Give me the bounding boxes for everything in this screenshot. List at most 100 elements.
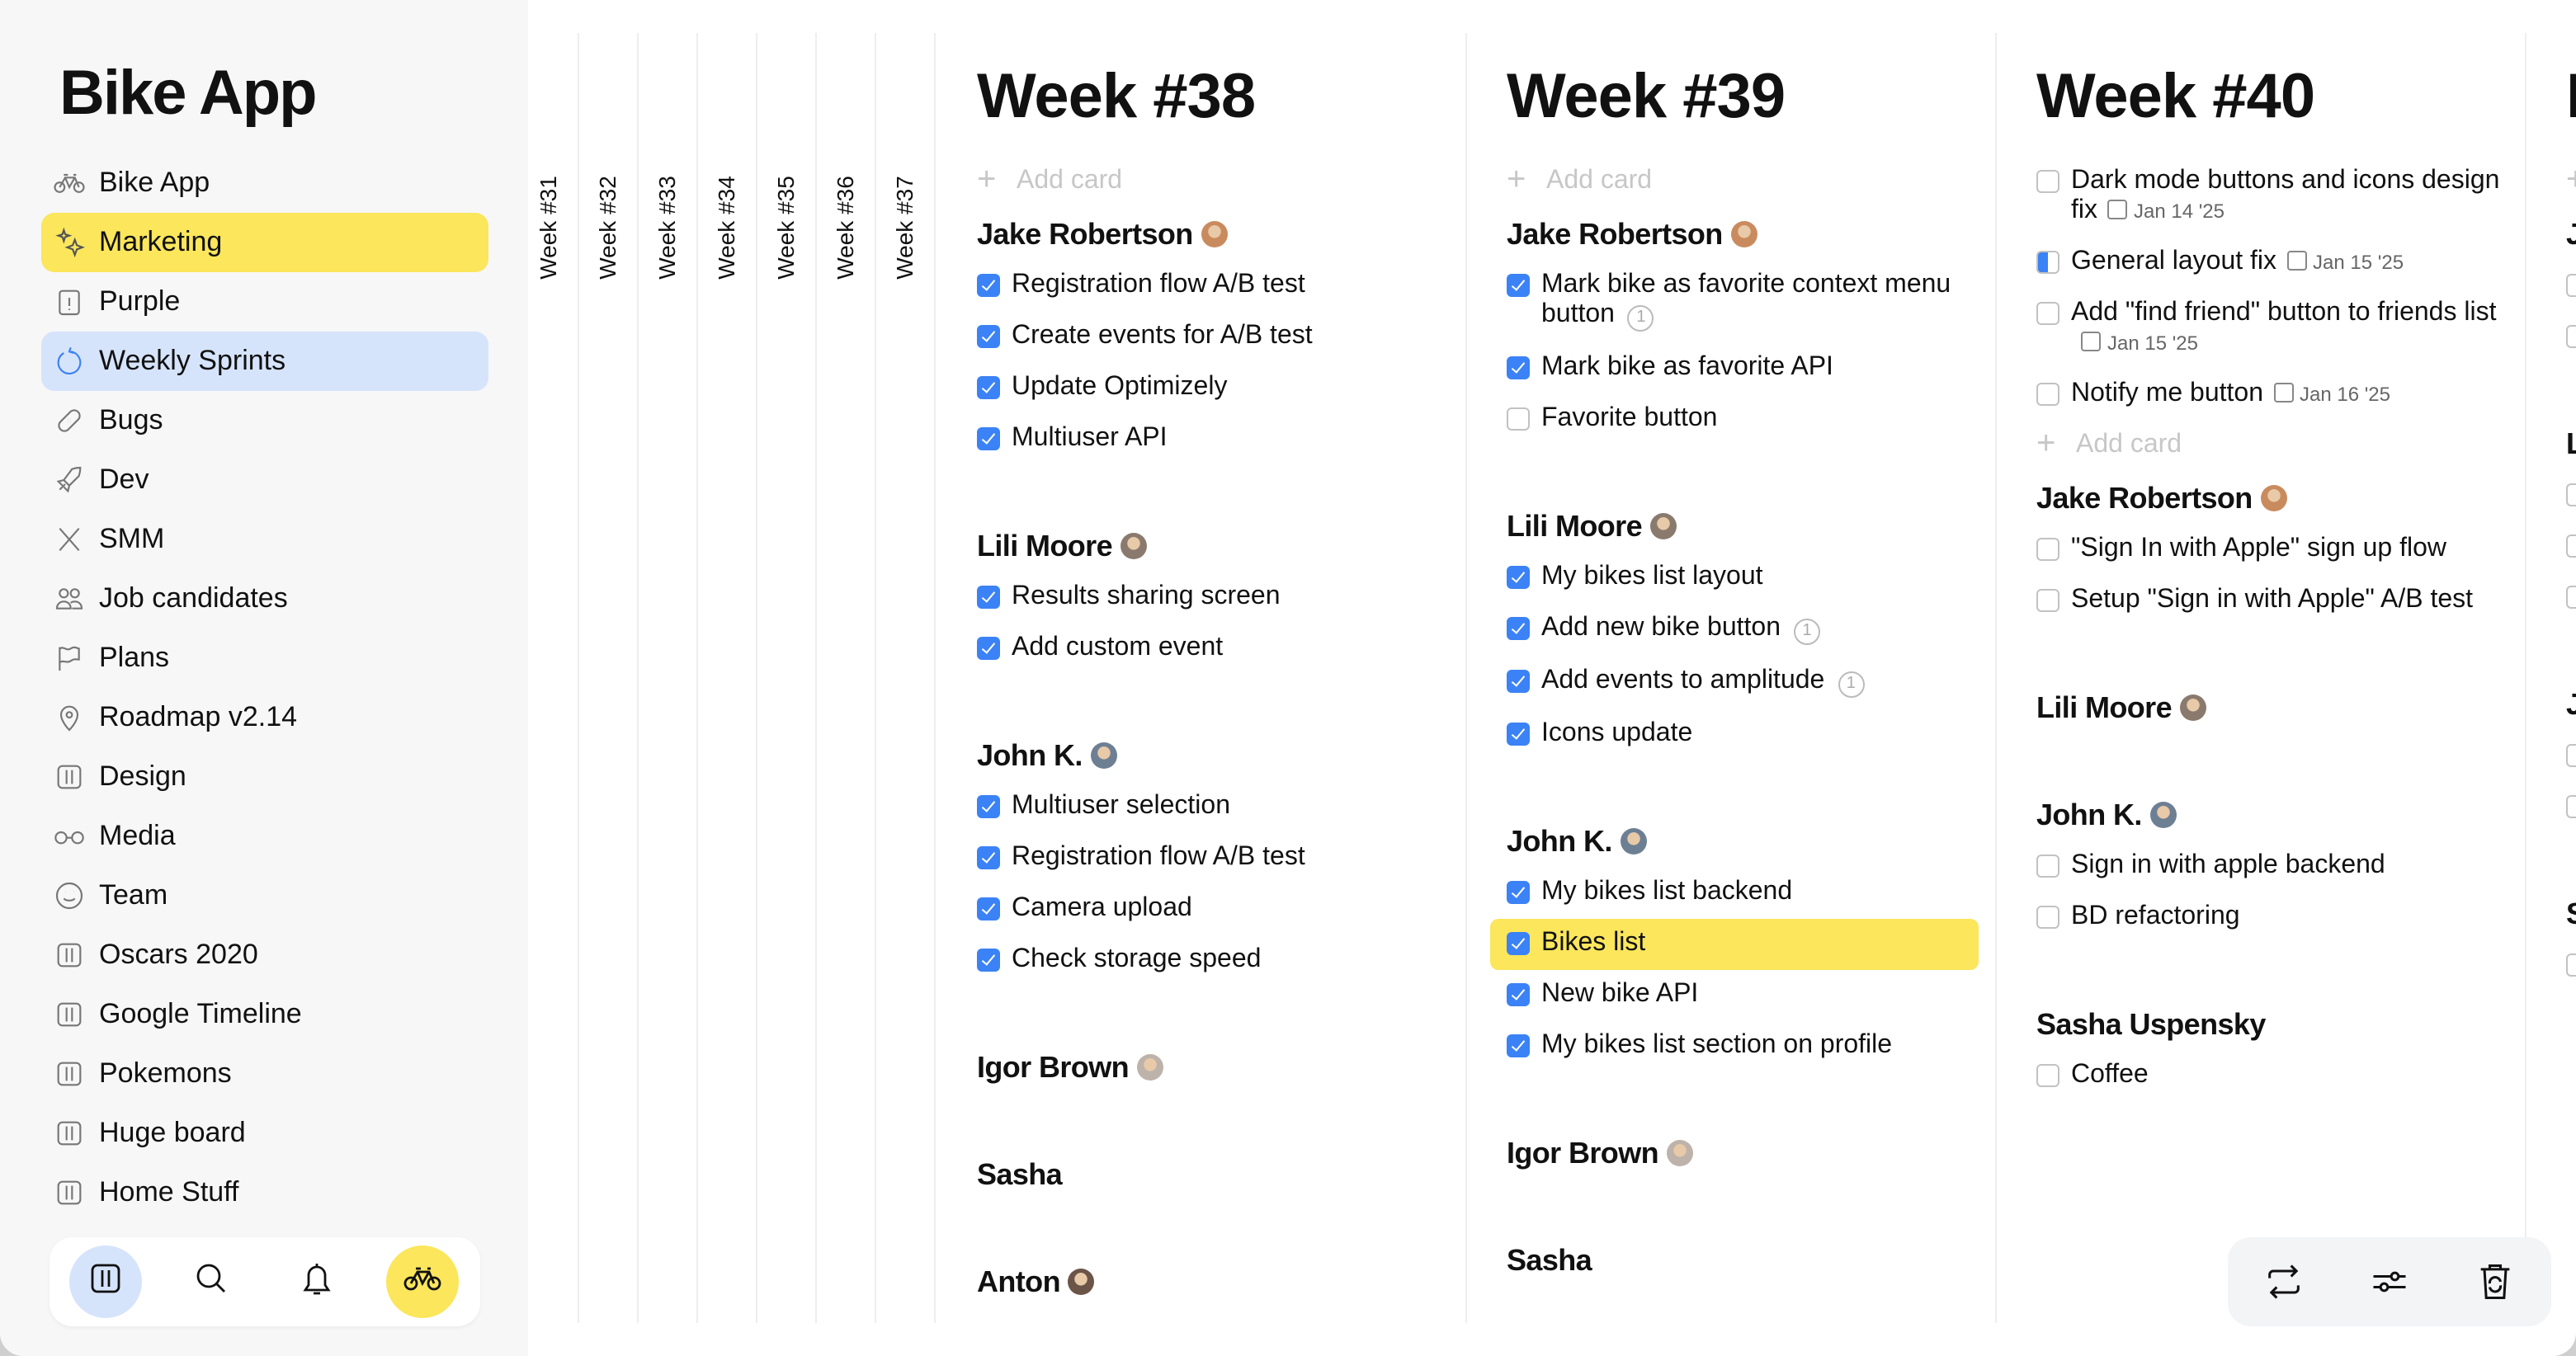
task-card[interactable] — [2566, 267, 2576, 318]
task-card[interactable]: Sign in with apple backend — [2036, 848, 2515, 899]
task-card[interactable]: Add custom event — [977, 630, 1455, 681]
task-checkbox[interactable] — [977, 427, 1000, 450]
task-card[interactable]: Mark bike as favorite context menu butto… — [1507, 267, 1985, 350]
task-checkbox[interactable] — [1507, 274, 1530, 297]
collapsed-week-column[interactable]: Week #32 — [578, 33, 639, 1323]
board-button[interactable] — [69, 1245, 142, 1318]
task-checkbox[interactable] — [977, 376, 1000, 399]
task-checkbox[interactable] — [2036, 302, 2059, 325]
task-checkbox[interactable] — [977, 637, 1000, 660]
task-checkbox[interactable] — [2566, 586, 2576, 609]
sidebar-item-huge-board[interactable]: Huge board — [41, 1104, 488, 1163]
task-checkbox[interactable] — [2036, 589, 2059, 612]
task-checkbox[interactable] — [2566, 483, 2576, 506]
task-checkbox[interactable] — [2036, 251, 2059, 274]
sidebar-item-media[interactable]: Media — [41, 807, 488, 866]
task-checkbox[interactable] — [977, 586, 1000, 609]
task-card[interactable]: My bikes list layout — [1507, 559, 1985, 610]
task-card[interactable] — [2566, 318, 2576, 370]
sidebar-item-weekly-sprints[interactable]: Weekly Sprints — [41, 332, 488, 391]
task-card[interactable]: Create events for A/B test — [977, 318, 1455, 370]
task-card[interactable]: My bikes list section on profile — [1507, 1028, 1985, 1079]
task-card[interactable] — [2566, 579, 2576, 630]
task-card[interactable] — [2566, 737, 2576, 789]
task-checkbox[interactable] — [977, 846, 1000, 869]
add-card-button[interactable]: + Add card — [1507, 163, 1985, 216]
task-card[interactable]: "Sign In with Apple" sign up flow — [2036, 531, 2515, 582]
task-checkbox[interactable] — [977, 274, 1000, 297]
task-card[interactable]: Multiuser selection — [977, 789, 1455, 840]
sidebar-item-plans[interactable]: Plans — [41, 629, 488, 688]
collapsed-week-column[interactable]: Week #33 — [637, 33, 698, 1323]
task-checkbox[interactable] — [2566, 325, 2576, 348]
task-card[interactable]: Check storage speed — [977, 942, 1455, 993]
task-checkbox[interactable] — [1507, 356, 1530, 379]
bell-button[interactable] — [281, 1245, 353, 1318]
task-card[interactable]: Add events to amplitude 1 — [1507, 663, 1985, 716]
add-card-button[interactable]: + Add card — [2036, 427, 2515, 480]
task-card[interactable]: Add new bike button 1 — [1507, 610, 1985, 663]
task-card[interactable] — [2566, 789, 2576, 840]
task-checkbox[interactable] — [1507, 617, 1530, 640]
task-checkbox[interactable] — [1507, 1034, 1530, 1057]
sidebar-item-bugs[interactable]: Bugs — [41, 391, 488, 450]
task-checkbox[interactable] — [2566, 795, 2576, 818]
task-card[interactable]: Multiuser API — [977, 421, 1455, 472]
sidebar-item-home-stuff[interactable]: Home Stuff — [41, 1163, 488, 1222]
task-checkbox[interactable] — [2036, 855, 2059, 878]
sidebar-item-oscars-2020[interactable]: Oscars 2020 — [41, 925, 488, 985]
task-checkbox[interactable] — [1507, 670, 1530, 693]
collapsed-week-column[interactable]: Week #31 — [518, 33, 579, 1323]
sync-button[interactable] — [2262, 1260, 2305, 1303]
trash-restore-button[interactable] — [2474, 1260, 2517, 1303]
task-checkbox[interactable] — [2036, 538, 2059, 561]
task-checkbox[interactable] — [2036, 170, 2059, 193]
task-card[interactable]: New bike API — [1507, 977, 1985, 1028]
sliders-button[interactable] — [2368, 1260, 2411, 1303]
task-checkbox[interactable] — [1507, 723, 1530, 746]
task-card[interactable]: Add "find friend" button to friends list… — [2036, 295, 2515, 376]
task-card[interactable] — [2566, 528, 2576, 579]
sidebar-item-google-timeline[interactable]: Google Timeline — [41, 985, 488, 1044]
task-card[interactable]: General layout fix Jan 15 '25 — [2036, 244, 2515, 295]
task-card[interactable]: Results sharing screen — [977, 579, 1455, 630]
task-card[interactable]: Setup "Sign in with Apple" A/B test — [2036, 582, 2515, 633]
task-checkbox[interactable] — [977, 897, 1000, 920]
task-checkbox[interactable] — [2566, 953, 2576, 977]
sidebar-item-pokemons[interactable]: Pokemons — [41, 1044, 488, 1104]
task-card[interactable]: Bikes list — [1490, 919, 1985, 977]
task-checkbox[interactable] — [977, 325, 1000, 348]
sidebar-item-design[interactable]: Design — [41, 747, 488, 807]
search-button[interactable] — [175, 1245, 248, 1318]
task-checkbox[interactable] — [977, 949, 1000, 972]
task-checkbox[interactable] — [2036, 383, 2059, 406]
sidebar-item-job-candidates[interactable]: Job candidates — [41, 569, 488, 629]
task-card[interactable]: Coffee — [2036, 1057, 2515, 1109]
collapsed-week-column[interactable]: Week #37 — [875, 33, 936, 1323]
collapsed-week-column[interactable]: Week #35 — [756, 33, 817, 1323]
task-checkbox[interactable] — [2566, 744, 2576, 767]
task-card[interactable]: Camera upload — [977, 891, 1455, 942]
collapsed-week-column[interactable]: Week #36 — [815, 33, 876, 1323]
task-checkbox[interactable] — [2036, 906, 2059, 929]
task-checkbox[interactable] — [2566, 534, 2576, 558]
sidebar-item-roadmap-v2-14[interactable]: Roadmap v2.14 — [41, 688, 488, 747]
add-card-button[interactable]: + Add card — [977, 163, 1455, 216]
task-checkbox[interactable] — [1507, 881, 1530, 904]
task-card[interactable] — [2566, 477, 2576, 528]
task-checkbox[interactable] — [1507, 932, 1530, 955]
sidebar-item-purple[interactable]: Purple — [41, 272, 488, 332]
bike-button[interactable] — [386, 1245, 459, 1318]
task-card[interactable]: Dark mode buttons and icons design fix Ja… — [2036, 163, 2515, 244]
task-card[interactable] — [2566, 947, 2576, 998]
sidebar-item-dev[interactable]: Dev — [41, 450, 488, 510]
task-card[interactable]: Registration flow A/B test — [977, 840, 1455, 891]
task-card[interactable]: Registration flow A/B test — [977, 267, 1455, 318]
task-card[interactable]: My bikes list backend — [1507, 874, 1985, 925]
task-card[interactable]: Favorite button — [1507, 401, 1985, 452]
task-checkbox[interactable] — [1507, 983, 1530, 1006]
task-card[interactable]: Notify me button Jan 16 '25 — [2036, 376, 2515, 427]
task-checkbox[interactable] — [2566, 274, 2576, 297]
sidebar-item-team[interactable]: Team — [41, 866, 488, 925]
task-card[interactable]: Mark bike as favorite API — [1507, 350, 1985, 401]
